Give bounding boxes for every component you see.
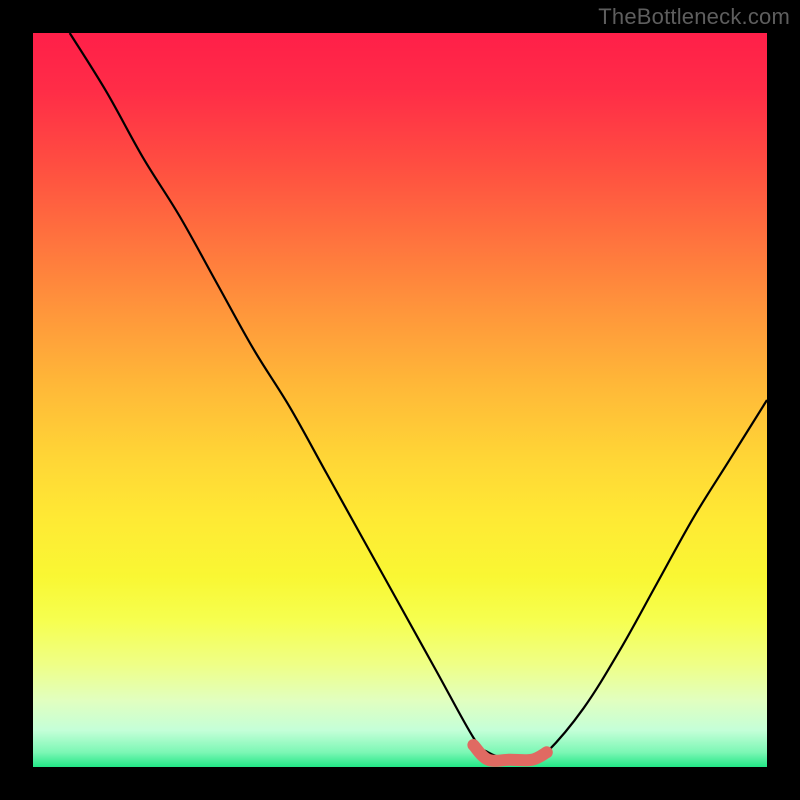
plot-area <box>33 33 767 767</box>
bottleneck-curve <box>70 33 767 761</box>
watermark-text: TheBottleneck.com <box>598 4 790 30</box>
chart-frame: TheBottleneck.com <box>0 0 800 800</box>
curve-svg <box>33 33 767 767</box>
optimal-range-highlight <box>473 745 546 761</box>
